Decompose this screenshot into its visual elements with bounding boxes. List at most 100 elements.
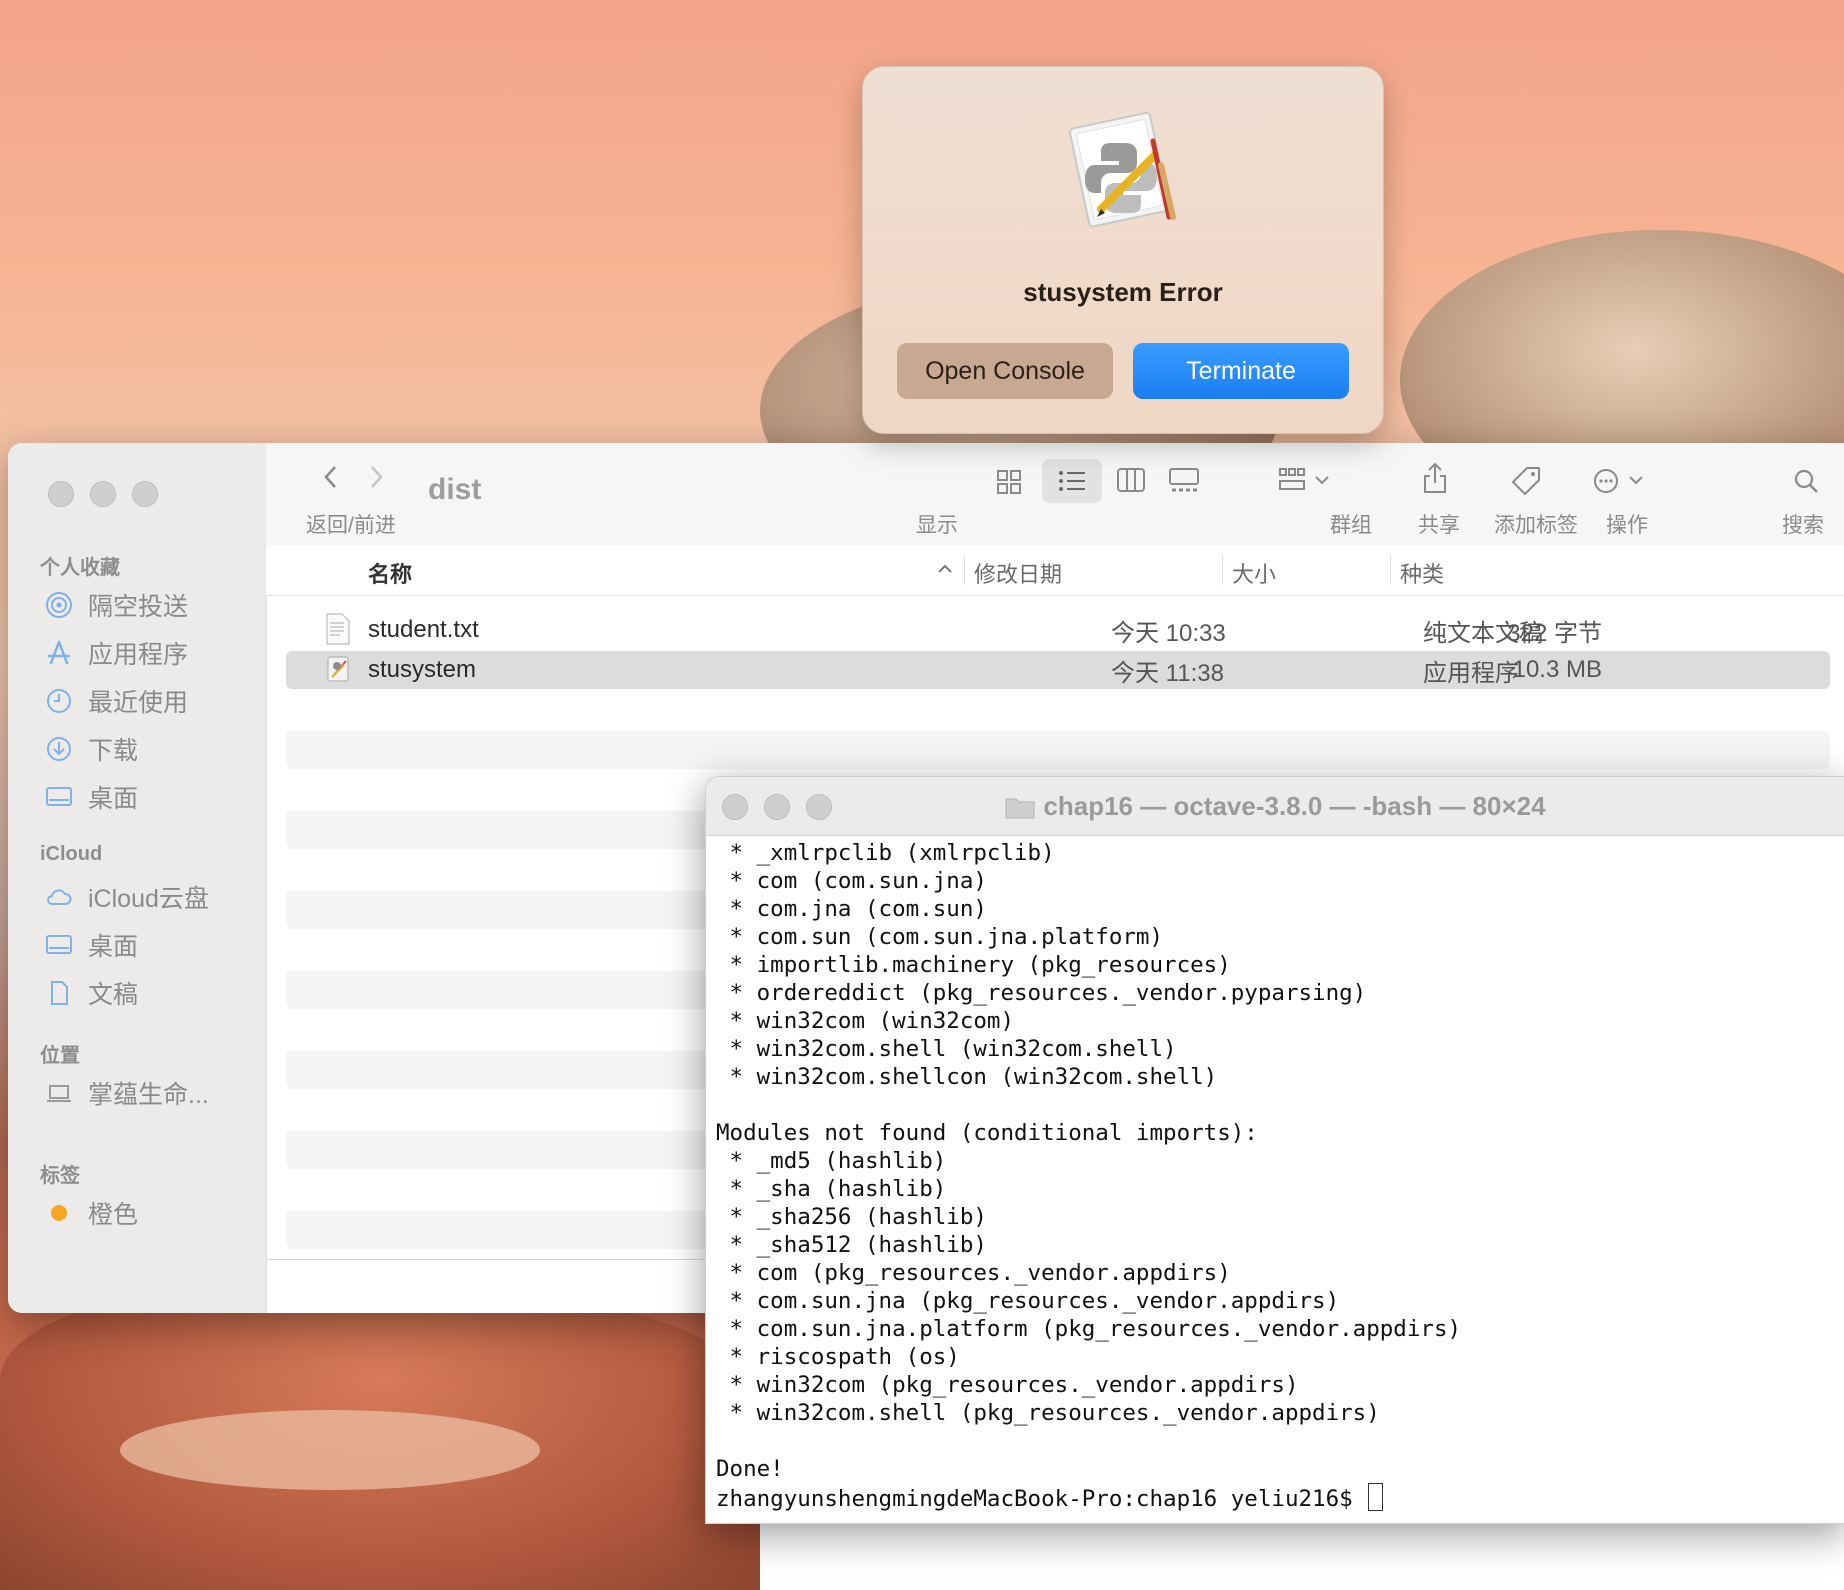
terminal-line: * com (pkg_resources._vendor.appdirs) xyxy=(716,1260,1231,1286)
sidebar-item-airdrop[interactable]: 隔空投送 xyxy=(44,585,188,625)
terminal-line: * _xmlrpclib (xmlrpclib) xyxy=(716,840,1055,866)
column-view-icon[interactable] xyxy=(1116,467,1146,493)
icon-view-icon[interactable] xyxy=(996,469,1022,495)
terminal-line: Modules not found (conditional imports): xyxy=(716,1120,1258,1146)
terminal-line: * ordereddict (pkg_resources._vendor.pyp… xyxy=(716,980,1367,1006)
sidebar-section-locations: 位置 xyxy=(40,1045,80,1067)
list-view-button[interactable] xyxy=(1042,459,1102,503)
sidebar-section-tags: 标签 xyxy=(40,1165,80,1187)
terminal-line: * win32com.shell (win32com.shell) xyxy=(716,1036,1177,1062)
column-divider xyxy=(964,555,965,585)
terminal-titlebar[interactable]: chap16 — octave-3.8.0 — -bash — 80×24 xyxy=(706,777,1844,836)
sidebar-item-label: 桌面 xyxy=(88,785,139,813)
file-name: stusystem xyxy=(368,656,477,683)
terminal-title: chap16 — octave-3.8.0 — -bash — 80×24 xyxy=(706,791,1844,826)
python-app-icon xyxy=(326,655,350,685)
forward-chevron-icon[interactable] xyxy=(366,463,386,491)
column-divider xyxy=(1390,555,1391,585)
sidebar-item-label: 桌面 xyxy=(88,933,139,961)
tag-dot-icon xyxy=(44,1198,74,1228)
sidebar-item-downloads[interactable]: 下载 xyxy=(44,729,138,769)
finder-toolbar: dist 返回/前进 显示 群组 共享 添加标签 操作 搜索 xyxy=(266,443,1844,546)
document-icon xyxy=(44,978,74,1008)
terminal-line: * win32com.shell (pkg_resources._vendor.… xyxy=(716,1400,1380,1426)
sidebar-item-label: 下载 xyxy=(88,737,139,765)
laptop-icon xyxy=(44,1078,74,1108)
sort-ascending-icon xyxy=(936,559,954,584)
terminal-line: * _sha256 (hashlib) xyxy=(716,1204,987,1230)
tags-label: 添加标签 xyxy=(1494,514,1578,537)
share-icon[interactable] xyxy=(1422,461,1448,495)
terminal-title-text: chap16 — octave-3.8.0 — -bash — 80×24 xyxy=(1043,791,1546,821)
cloud-icon xyxy=(44,882,74,912)
terminal-line: * importlib.machinery (pkg_resources) xyxy=(716,952,1231,978)
sidebar-section-favorites: 个人收藏 xyxy=(40,557,120,579)
terminate-button[interactable]: Terminate xyxy=(1133,343,1349,399)
group-label: 群组 xyxy=(1330,514,1372,537)
file-row-stusystem[interactable]: stusystem 今天 11:38 10.3 MB 应用程序 xyxy=(286,651,1830,689)
close-button[interactable] xyxy=(48,481,74,507)
sidebar-item-icloud-desktop[interactable]: 桌面 xyxy=(44,925,138,965)
column-header-size[interactable]: 大小 xyxy=(1232,557,1276,589)
file-kind: 纯文本文稿 xyxy=(1423,619,1543,647)
file-modified: 今天 11:38 xyxy=(1111,659,1224,687)
terminal-cursor xyxy=(1368,1483,1384,1511)
search-label: 搜索 xyxy=(1782,514,1824,537)
terminal-line: * com.sun (com.sun.jna.platform) xyxy=(716,924,1164,950)
file-kind: 应用程序 xyxy=(1423,659,1519,687)
terminal-line: * riscospath (os) xyxy=(716,1344,960,1370)
sidebar-item-label: 文稿 xyxy=(88,981,139,1009)
sidebar-item-label: iCloud云盘 xyxy=(88,885,209,913)
sidebar-item-icloud-drive[interactable]: iCloud云盘 xyxy=(44,877,209,917)
zoom-button[interactable] xyxy=(132,481,158,507)
wallpaper-sand xyxy=(120,1410,540,1490)
window-title: dist xyxy=(428,473,482,506)
tag-icon[interactable] xyxy=(1510,465,1542,497)
column-header-kind[interactable]: 种类 xyxy=(1400,557,1444,589)
desktop-icon xyxy=(44,782,74,812)
file-size: 10.3 MB xyxy=(1512,656,1602,683)
sidebar-item-applications[interactable]: 应用程序 xyxy=(44,633,188,673)
empty-row-stripe xyxy=(286,731,1830,769)
sidebar-item-documents[interactable]: 文稿 xyxy=(44,973,138,1013)
back-chevron-icon[interactable] xyxy=(321,463,341,491)
more-actions-icon[interactable] xyxy=(1592,467,1648,495)
sidebar-item-macbook[interactable]: 掌蕴生命... xyxy=(44,1073,209,1113)
python-app-icon xyxy=(1057,105,1189,237)
dialog-title: stusystem Error xyxy=(1023,277,1223,307)
search-icon[interactable] xyxy=(1792,467,1820,495)
sidebar-item-tag-orange[interactable]: 橙色 xyxy=(44,1193,138,1233)
minimize-button[interactable] xyxy=(90,481,116,507)
sidebar-item-desktop[interactable]: 桌面 xyxy=(44,777,138,817)
terminal-line: * _sha (hashlib) xyxy=(716,1176,947,1202)
open-console-button[interactable]: Open Console xyxy=(897,343,1113,399)
column-header: 名称 修改日期 大小 种类 xyxy=(266,545,1844,596)
error-dialog: stusystem Error Open Console Terminate xyxy=(862,66,1384,434)
column-header-name[interactable]: 名称 xyxy=(368,557,412,589)
sidebar-item-recents[interactable]: 最近使用 xyxy=(44,681,188,721)
terminal-line: * com (com.sun.jna) xyxy=(716,868,987,894)
applications-icon xyxy=(44,638,74,668)
gallery-view-icon[interactable] xyxy=(1168,467,1200,493)
terminal-line: * com.sun.jna.platform (pkg_resources._v… xyxy=(716,1316,1462,1342)
sidebar-item-label: 橙色 xyxy=(88,1201,139,1229)
sidebar-item-label: 掌蕴生命... xyxy=(88,1081,209,1109)
group-icon[interactable] xyxy=(1278,467,1332,493)
terminal-output[interactable]: * _xmlrpclib (xmlrpclib) * com (com.sun.… xyxy=(716,839,1835,1523)
sidebar-item-label: 应用程序 xyxy=(88,641,189,669)
sidebar-section-icloud: iCloud xyxy=(40,843,103,865)
terminal-line: * com.jna (com.sun) xyxy=(716,896,987,922)
terminal-prompt: zhangyunshengmingdeMacBook-Pro:chap16 ye… xyxy=(716,1486,1367,1512)
file-row-student-txt[interactable]: student.txt 今天 10:33 322 字节 纯文本文稿 xyxy=(286,611,1830,649)
terminal-line: * com.sun.jna (pkg_resources._vendor.app… xyxy=(716,1288,1340,1314)
file-modified: 今天 10:33 xyxy=(1111,619,1226,647)
terminal-line: * win32com (win32com) xyxy=(716,1008,1015,1034)
text-file-icon xyxy=(326,613,350,645)
column-header-modified[interactable]: 修改日期 xyxy=(974,557,1062,589)
terminal-window: chap16 — octave-3.8.0 — -bash — 80×24 * … xyxy=(705,776,1844,1524)
finder-sidebar: 个人收藏 隔空投送 应用程序 最近使用 下载 桌面 iCloud iCloud云… xyxy=(8,443,267,1313)
sidebar-item-label: 隔空投送 xyxy=(88,593,189,621)
view-label: 显示 xyxy=(916,514,958,537)
